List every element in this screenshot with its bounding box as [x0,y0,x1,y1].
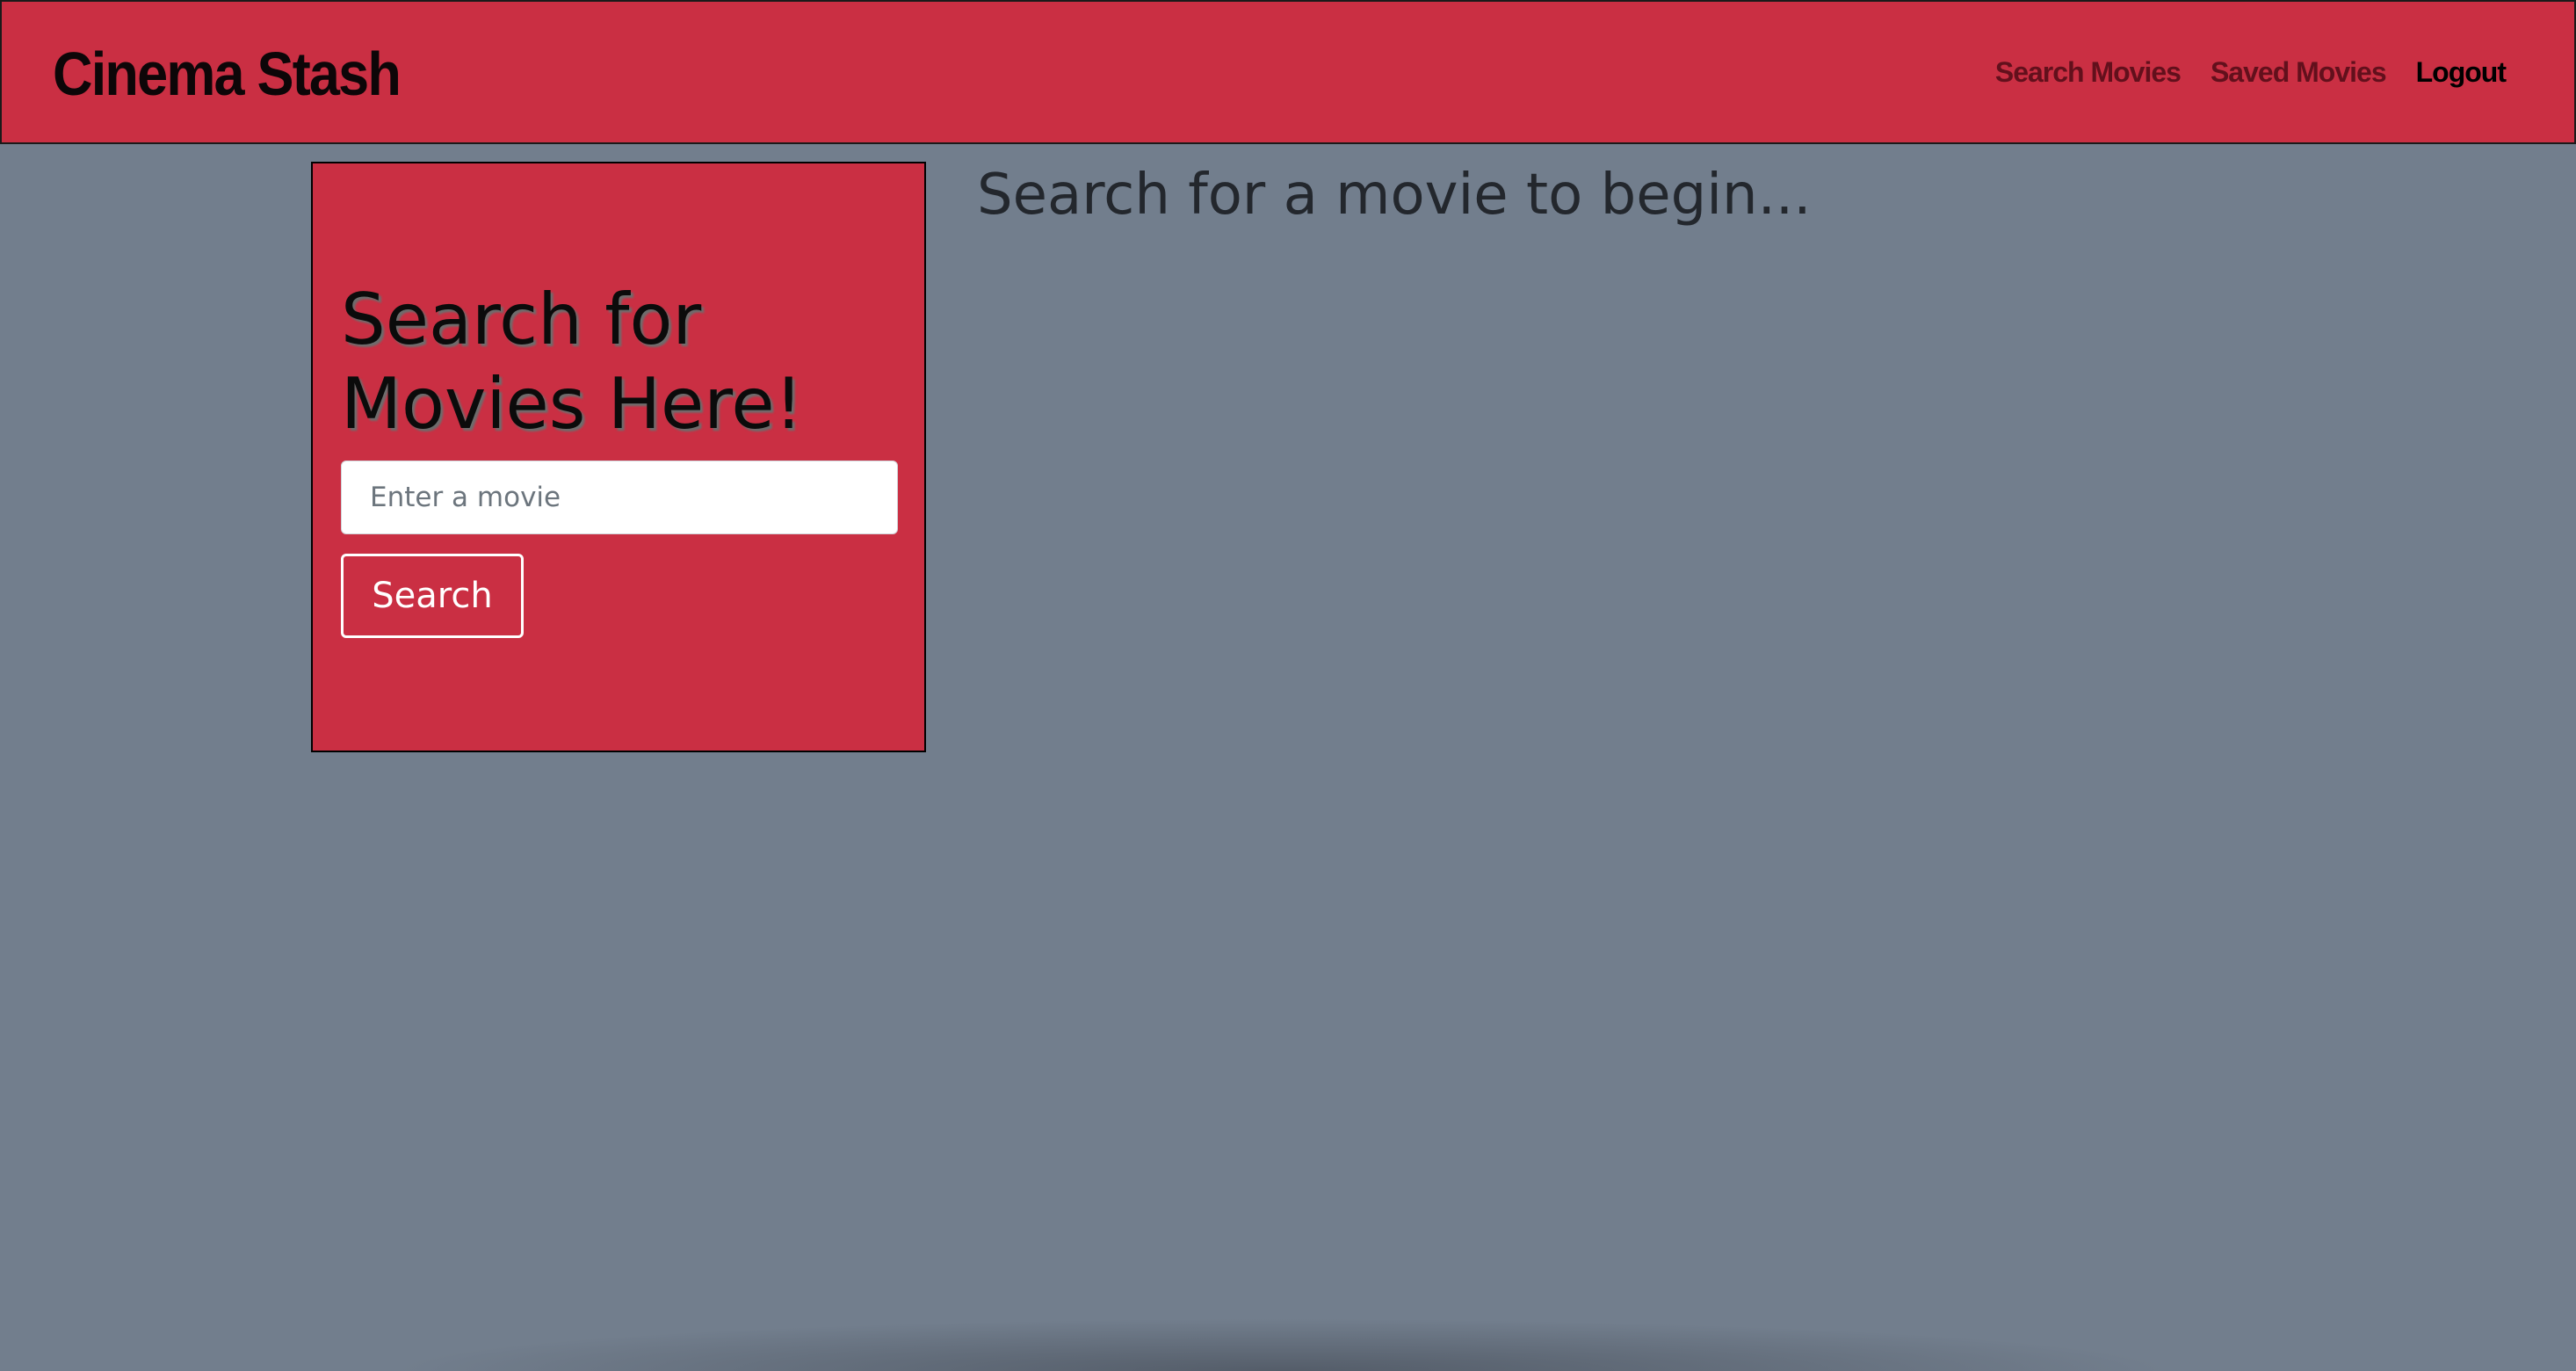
navbar: Cinema Stash Search Movies Saved Movies … [0,0,2576,144]
nav-link-saved-movies[interactable]: Saved Movies [2211,53,2387,91]
nav-link-search-movies[interactable]: Search Movies [1995,53,2182,91]
empty-results-message: Search for a movie to begin... [977,163,1812,228]
nav-link-logout[interactable]: Logout [2416,53,2507,91]
search-button[interactable]: Search [341,554,524,638]
search-panel-heading: Search for Movies Here! [341,279,803,445]
movie-search-input[interactable] [341,461,898,534]
search-panel: Search for Movies Here! Search [311,162,926,752]
brand-logo[interactable]: Cinema Stash [53,35,402,112]
nav-links: Search Movies Saved Movies Logout [1995,53,2507,91]
bottom-shadow [387,1318,2179,1371]
